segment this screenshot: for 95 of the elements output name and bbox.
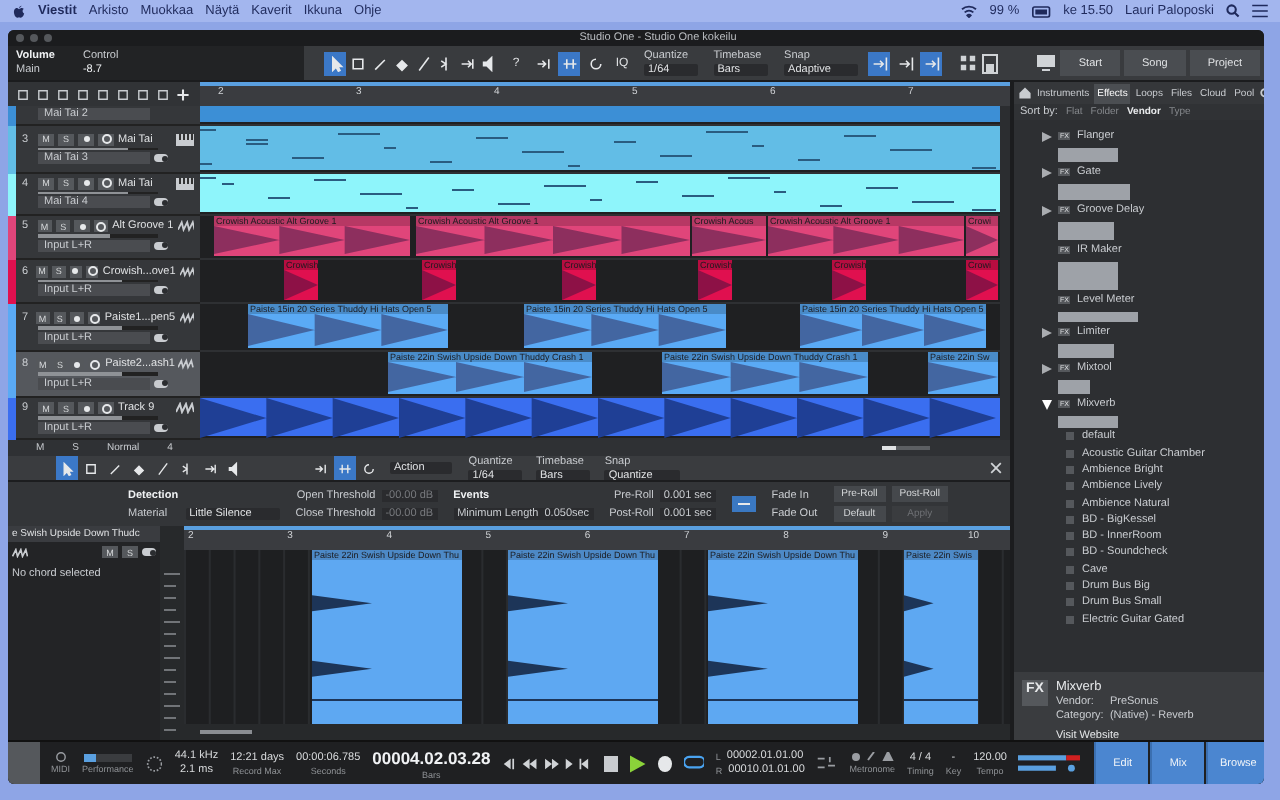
dotted-circle-icon <box>145 753 163 773</box>
selection-icon <box>84 461 98 475</box>
waveform-icon <box>12 547 28 557</box>
split-icon <box>437 55 453 71</box>
follow-icon <box>535 55 551 71</box>
monitor-toggle[interactable] <box>154 333 168 342</box>
monitor-button[interactable] <box>93 220 109 233</box>
bracket-arrows-icon <box>561 55 577 71</box>
add-icon[interactable] <box>176 87 190 101</box>
play-button[interactable] <box>629 753 646 773</box>
follow-icon <box>314 461 328 475</box>
pointer-icon <box>327 55 343 71</box>
monitor-toggle[interactable] <box>142 548 156 556</box>
loop-icon[interactable] <box>683 754 704 772</box>
waveform-icon <box>179 265 195 278</box>
split-icon <box>180 461 194 475</box>
monitor-button[interactable] <box>98 402 114 415</box>
eraser-icon <box>393 55 409 71</box>
menu-icon[interactable] <box>1252 4 1268 18</box>
metronome-options-drawing[interactable] <box>816 754 838 772</box>
collapse-triangle-icon[interactable] <box>1042 399 1052 409</box>
save-icon[interactable] <box>982 53 999 73</box>
stop-button[interactable] <box>604 755 618 771</box>
expand-triangle-icon[interactable] <box>1042 205 1052 215</box>
eraser-icon <box>132 461 146 475</box>
selection-icon <box>349 55 365 71</box>
record-button[interactable] <box>657 755 672 771</box>
grid-icon[interactable] <box>958 54 979 72</box>
expand-triangle-icon[interactable] <box>1042 167 1052 177</box>
bracket-arrows-icon <box>338 461 352 475</box>
monitor-toggle[interactable] <box>154 154 168 163</box>
monitor-toggle[interactable] <box>154 198 168 207</box>
monitor-button[interactable] <box>86 265 99 278</box>
plugin-thumbnail <box>1058 183 1130 199</box>
output-meter-drawing <box>1018 752 1081 774</box>
expand-triangle-icon[interactable] <box>1042 131 1052 141</box>
plugin-thumbnail <box>1058 415 1118 427</box>
scrollbar[interactable] <box>200 730 252 734</box>
waveform-icon <box>176 402 194 415</box>
tool-button[interactable] <box>324 51 346 75</box>
monitor-icon[interactable] <box>1036 53 1057 73</box>
midi-icon <box>53 752 68 762</box>
plugin-thumbnail <box>1058 343 1114 357</box>
home-icon[interactable] <box>1018 86 1032 100</box>
loop-icon <box>362 461 376 475</box>
plugin-thumbnail <box>1058 221 1114 239</box>
expand-triangle-icon[interactable] <box>1042 327 1052 337</box>
record-arm-button[interactable] <box>69 265 83 278</box>
monitor-toggle[interactable] <box>154 241 168 250</box>
pointer-icon <box>60 461 74 475</box>
record-arm-button[interactable] <box>70 312 84 325</box>
record-arm-button[interactable] <box>78 177 94 190</box>
monitor-button[interactable] <box>87 358 102 371</box>
snap-icon <box>871 55 888 71</box>
monitor-toggle[interactable] <box>154 423 168 432</box>
plugin-thumbnail <box>1058 311 1138 321</box>
battery-icon[interactable] <box>1031 5 1052 17</box>
keyboard-icon <box>176 133 194 146</box>
monitor-toggle[interactable] <box>154 379 168 388</box>
waveform-icon <box>177 220 194 233</box>
plugin-thumbnail <box>1058 379 1090 393</box>
tool-button[interactable] <box>558 51 580 75</box>
pencil-icon <box>108 461 122 475</box>
monitor-button[interactable] <box>87 312 101 325</box>
keyboard-icon <box>176 177 194 190</box>
monitor-button[interactable] <box>98 177 114 190</box>
wifi-icon[interactable] <box>959 4 978 18</box>
speaker-icon <box>228 461 242 475</box>
plugin-thumbnail <box>1058 147 1118 161</box>
metronome-icons-drawing[interactable] <box>850 752 895 762</box>
waveform-icon <box>179 312 194 325</box>
close-icon[interactable] <box>990 462 1002 474</box>
monitor-toggle[interactable] <box>154 286 168 295</box>
brush-icon <box>156 461 170 475</box>
record-arm-button[interactable] <box>78 402 94 415</box>
loop-icon <box>587 55 603 71</box>
plugin-thumbnail <box>1058 261 1118 289</box>
snap-icon <box>923 55 940 71</box>
snap-toggle[interactable] <box>868 51 891 75</box>
pencil-icon <box>371 55 387 71</box>
brush-icon <box>415 55 431 71</box>
expand-triangle-icon[interactable] <box>1042 363 1052 373</box>
scrollbar[interactable] <box>1000 106 1010 440</box>
search-icon[interactable] <box>1226 4 1240 18</box>
record-arm-button[interactable] <box>74 220 90 233</box>
apple-icon[interactable] <box>12 3 26 19</box>
snap-icon <box>897 55 914 71</box>
transport-controls-drawing[interactable] <box>502 755 593 771</box>
monitor-button[interactable] <box>98 133 114 146</box>
record-arm-button[interactable] <box>78 133 94 146</box>
link-toggle-icon[interactable] <box>731 496 756 512</box>
snap-toggle[interactable] <box>920 51 943 75</box>
bars-display: 00004.02.03.28 <box>372 747 491 767</box>
speaker-icon <box>481 55 497 71</box>
waveform-icon <box>178 358 194 371</box>
